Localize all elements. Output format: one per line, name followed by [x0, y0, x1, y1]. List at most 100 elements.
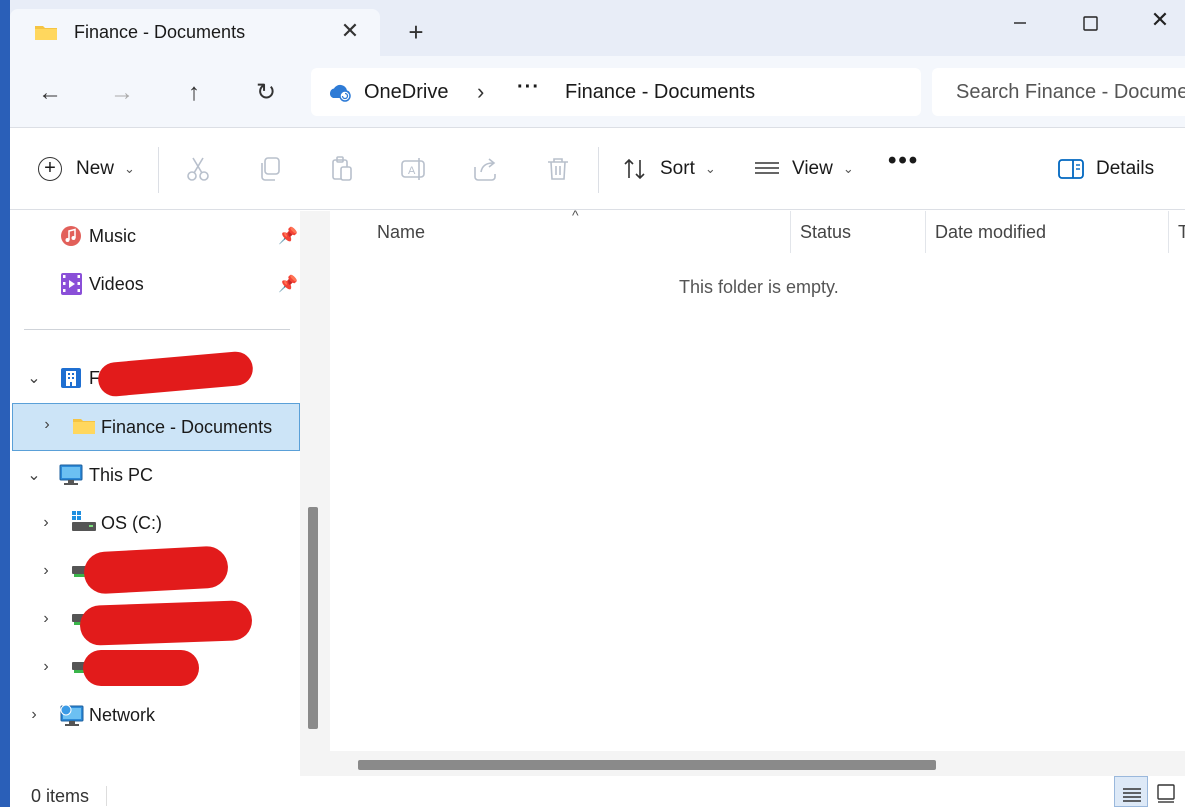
chevron-right-icon[interactable]: › — [36, 610, 56, 628]
view-button[interactable]: View ⌄ — [754, 151, 854, 187]
new-button[interactable]: + New ⌄ — [38, 151, 135, 187]
computer-icon — [59, 464, 83, 485]
refresh-button[interactable]: ↻ — [251, 78, 281, 108]
breadcrumb-onedrive[interactable]: OneDrive — [364, 81, 448, 104]
sort-label: Sort — [660, 158, 695, 179]
chevron-down-icon: ⌄ — [842, 161, 854, 176]
minimize-icon — [1014, 22, 1026, 24]
navigation-bar: ← → ↑ ↻ OneDrive › ··· Finance - Documen… — [10, 56, 1185, 128]
large-icons-view-button[interactable] — [1150, 776, 1184, 807]
tab-title: Finance - Documents — [74, 22, 246, 42]
breadcrumb-more-icon[interactable]: ··· — [517, 76, 540, 99]
sidebar-item-label: Music — [89, 225, 137, 246]
sidebar-item-finance-documents[interactable]: › Finance - Documents — [12, 403, 300, 451]
onedrive-cloud-icon — [329, 84, 351, 102]
drive-icon — [72, 511, 96, 531]
details-pane-icon — [1058, 159, 1084, 179]
sidebar-item-label: Network — [89, 704, 156, 725]
search-box[interactable] — [932, 68, 1185, 116]
redaction-mark — [82, 545, 230, 595]
sort-button[interactable]: Sort ⌄ — [622, 151, 716, 187]
view-label: View — [792, 158, 833, 179]
sidebar-item-this-pc[interactable]: ⌄ This PC — [10, 452, 300, 498]
sidebar-item-os-drive[interactable]: › OS (C:) — [10, 500, 300, 546]
rename-icon[interactable]: A — [400, 155, 428, 183]
title-bar: Finance - Documents ✕ + ✕ — [10, 0, 1185, 57]
file-list: ^ Name Status Date modified T This folde… — [330, 207, 1185, 777]
cut-icon[interactable] — [184, 155, 212, 183]
new-tab-button[interactable]: + — [402, 18, 430, 46]
chevron-right-icon[interactable]: › — [36, 514, 56, 532]
address-bar[interactable]: OneDrive › ··· Finance - Documents — [311, 68, 921, 116]
chevron-down-icon: ⌄ — [124, 161, 135, 176]
share-icon[interactable] — [472, 155, 500, 183]
minimize-button[interactable] — [1000, 6, 1040, 34]
close-window-button[interactable]: ✕ — [1140, 6, 1180, 34]
divider — [106, 786, 107, 806]
column-header-date-modified[interactable]: Date modified — [935, 211, 1046, 253]
chevron-right-icon[interactable]: › — [36, 562, 56, 580]
svg-text:A: A — [408, 165, 416, 177]
chevron-down-icon[interactable]: ⌄ — [24, 465, 44, 485]
column-divider[interactable] — [925, 211, 926, 253]
folder-icon — [35, 26, 57, 40]
divider — [158, 147, 159, 193]
plus-circle-icon: + — [38, 157, 62, 181]
up-button[interactable]: ↑ — [179, 78, 209, 108]
building-icon — [61, 368, 81, 388]
redaction-mark — [83, 650, 199, 686]
chevron-right-icon[interactable]: › — [24, 706, 44, 724]
redaction-mark — [79, 600, 253, 646]
sidebar-item-network[interactable]: › Network — [10, 692, 300, 738]
pin-icon[interactable]: 📌 — [278, 274, 298, 294]
tab-finance-documents[interactable]: Finance - Documents ✕ — [10, 9, 380, 57]
back-button[interactable]: ← — [35, 78, 65, 108]
breadcrumb-chevron-icon[interactable]: › — [477, 79, 484, 105]
view-list-icon — [755, 162, 779, 174]
sort-indicator-icon: ^ — [572, 207, 579, 223]
tab-close-icon[interactable]: ✕ — [338, 19, 362, 43]
paste-icon[interactable] — [328, 155, 356, 183]
folder-icon — [73, 419, 95, 434]
maximize-icon — [1083, 16, 1098, 31]
column-header-type[interactable]: T — [1178, 211, 1185, 253]
pin-icon[interactable]: 📌 — [278, 226, 298, 246]
sidebar-item-label: OS (C:) — [101, 512, 162, 533]
music-icon — [61, 226, 81, 246]
chevron-right-icon[interactable]: › — [36, 658, 56, 676]
new-label: New — [76, 158, 115, 179]
file-explorer-window: Finance - Documents ✕ + ✕ ← → ↑ ↻ OneDri… — [10, 0, 1185, 807]
column-header-name[interactable]: Name — [377, 211, 425, 253]
navigation-pane: Music 📌 Videos 📌 ⌄ F › Finance - Documen… — [10, 211, 310, 776]
copy-icon[interactable] — [256, 155, 284, 183]
details-view-icon — [1123, 788, 1141, 802]
forward-button[interactable]: → — [107, 78, 137, 108]
maximize-button[interactable] — [1070, 6, 1110, 34]
delete-icon[interactable] — [544, 155, 572, 183]
details-pane-button[interactable]: Details — [1058, 151, 1154, 187]
search-input[interactable] — [932, 68, 1185, 116]
breadcrumb-current[interactable]: Finance - Documents — [565, 81, 755, 104]
status-bar: 0 items — [10, 776, 1185, 807]
sidebar-item-label: This PC — [89, 464, 154, 485]
chevron-right-icon[interactable]: › — [37, 416, 57, 434]
sidebar-scrollbar[interactable] — [300, 211, 330, 776]
item-count: 0 items — [31, 786, 90, 806]
chevron-down-icon: ⌄ — [704, 161, 716, 176]
chevron-down-icon[interactable]: ⌄ — [24, 368, 44, 388]
sidebar-item-label: Videos — [89, 273, 144, 294]
sidebar-item-label: Finance - Documents — [101, 417, 273, 437]
sidebar-item-music[interactable]: Music 📌 — [10, 213, 300, 259]
network-icon — [60, 704, 84, 726]
details-view-button[interactable] — [1114, 776, 1148, 807]
divider — [598, 147, 599, 193]
horizontal-scrollbar[interactable] — [330, 751, 1185, 777]
scrollbar-thumb[interactable] — [358, 760, 936, 770]
sidebar-item-videos[interactable]: Videos 📌 — [10, 261, 300, 307]
empty-folder-message: This folder is empty. — [679, 277, 839, 297]
column-header-status[interactable]: Status — [800, 211, 851, 253]
scrollbar-thumb[interactable] — [308, 507, 318, 729]
more-options-button[interactable]: ••• — [888, 143, 919, 179]
column-divider[interactable] — [790, 211, 791, 253]
column-divider[interactable] — [1168, 211, 1169, 253]
